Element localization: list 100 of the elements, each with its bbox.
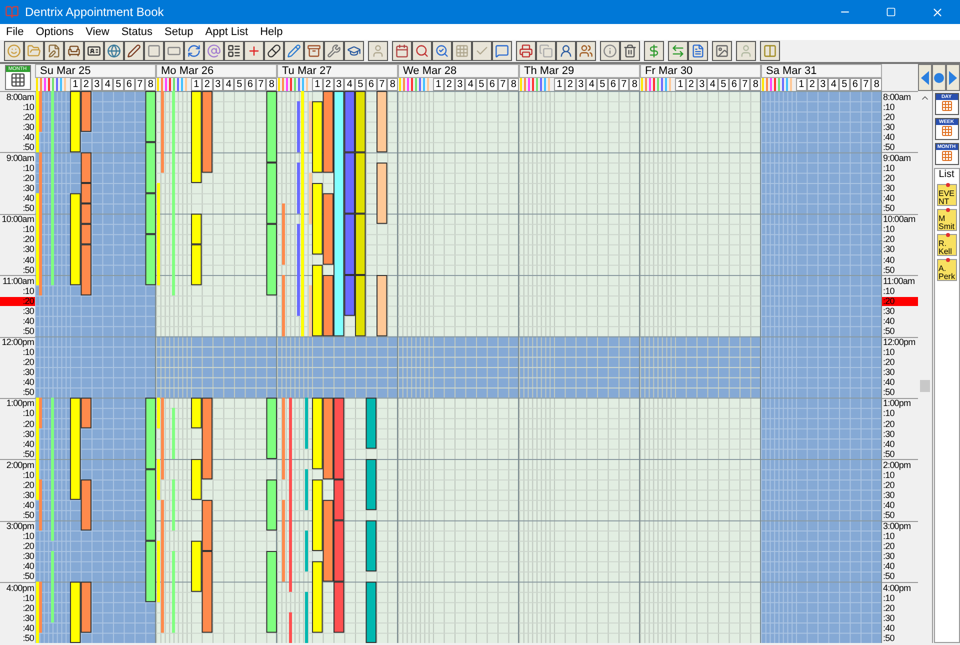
time-label: :40 <box>22 624 35 633</box>
time-label: :40 <box>882 316 896 326</box>
operatory-header[interactable]: 5 <box>355 78 366 91</box>
operatory-header[interactable]: 4 <box>828 78 839 91</box>
menu-item[interactable]: Status <box>115 24 158 40</box>
operatory-header[interactable]: 2 <box>806 78 818 91</box>
time-label: 8:00am <box>5 92 35 102</box>
menu-item[interactable]: Appt List <box>199 24 254 40</box>
operatory-header[interactable]: 4 <box>465 78 476 91</box>
operatory-header[interactable]: 8 <box>750 78 761 91</box>
sticky-note[interactable]: R. Kell <box>936 234 956 256</box>
operatory-header[interactable]: 3 <box>212 78 224 91</box>
operatory-header[interactable]: 8 <box>871 78 882 91</box>
operatory-header[interactable]: 1 <box>433 78 444 91</box>
operatory-header[interactable]: 7 <box>498 78 508 91</box>
sticky-note[interactable]: A. Perk <box>936 259 956 281</box>
operatory-header[interactable]: 6 <box>486 78 498 91</box>
day-header[interactable]: Sa Mar 31 <box>761 64 882 78</box>
operatory-header[interactable]: 8 <box>387 78 398 91</box>
menu-item[interactable]: Help <box>254 24 289 40</box>
operatory-header[interactable]: 8 <box>145 78 156 91</box>
time-label: :10 <box>882 164 896 173</box>
operatory-header[interactable]: 8 <box>508 78 519 91</box>
operatory-header[interactable]: 3 <box>576 78 586 91</box>
operatory-header[interactable]: 3 <box>92 78 102 91</box>
operatory-header[interactable]: 2 <box>444 78 454 91</box>
operatory-header[interactable]: 1 <box>312 78 323 91</box>
time-label: :20 <box>22 235 35 244</box>
operatory-header[interactable]: 5 <box>234 78 245 91</box>
time-label: :20 <box>22 358 35 368</box>
operatory-header[interactable]: 4 <box>102 78 113 91</box>
sticky-note[interactable]: M Smit <box>936 209 956 231</box>
time-label: 12:00pm <box>0 338 35 348</box>
menu-item[interactable]: Setup <box>158 24 200 40</box>
day-header[interactable]: We Mar 28 <box>398 64 519 78</box>
operatory-header[interactable]: 4 <box>344 78 355 91</box>
operatory-header[interactable]: 1 <box>796 78 807 91</box>
time-label: 12:00pm <box>882 338 916 348</box>
sticky-note[interactable]: EVENT <box>936 184 956 206</box>
operatory-header[interactable]: 5 <box>597 78 608 91</box>
operatory-header[interactable]: 4 <box>586 78 597 91</box>
time-label: :50 <box>882 142 896 152</box>
time-label: 2:00pm <box>5 460 35 470</box>
time-label: :20 <box>882 296 918 306</box>
operatory-header[interactable]: 6 <box>366 78 376 91</box>
operatory-header[interactable]: 4 <box>223 78 234 91</box>
time-label: :20 <box>22 174 35 184</box>
day-header[interactable]: Th Mar 29 <box>519 64 640 78</box>
operatory-header[interactable]: 7 <box>740 78 750 91</box>
operatory-header[interactable]: 8 <box>266 78 277 91</box>
operatory-header[interactable]: 6 <box>244 78 256 91</box>
day-header[interactable]: Mo Mar 26 <box>156 64 277 78</box>
time-label: :50 <box>22 326 35 336</box>
day-header[interactable]: Tu Mar 27 <box>277 64 398 78</box>
time-label: :50 <box>882 326 896 336</box>
operatory-header[interactable]: 3 <box>334 78 344 91</box>
time-label: :50 <box>882 511 896 520</box>
operatory-header[interactable]: 6 <box>728 78 740 91</box>
time-label: :50 <box>882 572 896 582</box>
operatory-header[interactable]: 5 <box>476 78 487 91</box>
operatory-header[interactable]: 6 <box>850 78 860 91</box>
operatory-header[interactable]: 7 <box>376 78 388 91</box>
operatory-header[interactable]: 3 <box>454 78 466 91</box>
time-label: :10 <box>22 164 35 173</box>
operatory-header[interactable]: 2 <box>202 78 212 91</box>
time-label: 9:00am <box>5 154 35 163</box>
operatory-header[interactable]: 2 <box>80 78 92 91</box>
time-label: :10 <box>882 286 896 296</box>
menu-item[interactable]: Options <box>30 24 80 40</box>
operatory-header[interactable]: 6 <box>124 78 134 91</box>
operatory-header[interactable]: 2 <box>686 78 696 91</box>
time-label: :40 <box>882 256 896 265</box>
operatory-header[interactable]: 1 <box>70 78 81 91</box>
operatory-header[interactable]: 7 <box>134 78 146 91</box>
operatory-header[interactable]: 6 <box>608 78 618 91</box>
operatory-header[interactable]: 1 <box>191 78 202 91</box>
operatory-header[interactable]: 2 <box>322 78 334 91</box>
operatory-header[interactable]: 7 <box>256 78 266 91</box>
operatory-header[interactable]: 8 <box>629 78 640 91</box>
time-label: :40 <box>882 194 896 204</box>
operatory-header[interactable]: 3 <box>696 78 708 91</box>
time-label: :30 <box>882 184 896 194</box>
operatory-header[interactable]: 1 <box>675 78 686 91</box>
menu-item[interactable]: File <box>0 24 30 40</box>
operatory-header[interactable]: 5 <box>718 78 729 91</box>
operatory-header[interactable]: 3 <box>818 78 828 91</box>
time-label: :20 <box>882 604 896 613</box>
time-label: 11:00am <box>1 276 35 286</box>
time-label: :20 <box>882 420 896 429</box>
menu-item[interactable]: View <box>80 24 116 40</box>
operatory-header[interactable]: 4 <box>707 78 718 91</box>
operatory-header[interactable]: 7 <box>618 78 630 91</box>
time-label: :50 <box>22 511 35 520</box>
operatory-header[interactable]: 5 <box>113 78 124 91</box>
operatory-header[interactable]: 2 <box>564 78 576 91</box>
day-header[interactable]: Fr Mar 30 <box>640 64 761 78</box>
operatory-header[interactable]: 7 <box>860 78 872 91</box>
operatory-header[interactable]: 5 <box>839 78 850 91</box>
operatory-header[interactable]: 1 <box>554 78 565 91</box>
day-header[interactable]: Su Mar 25 <box>35 64 156 78</box>
